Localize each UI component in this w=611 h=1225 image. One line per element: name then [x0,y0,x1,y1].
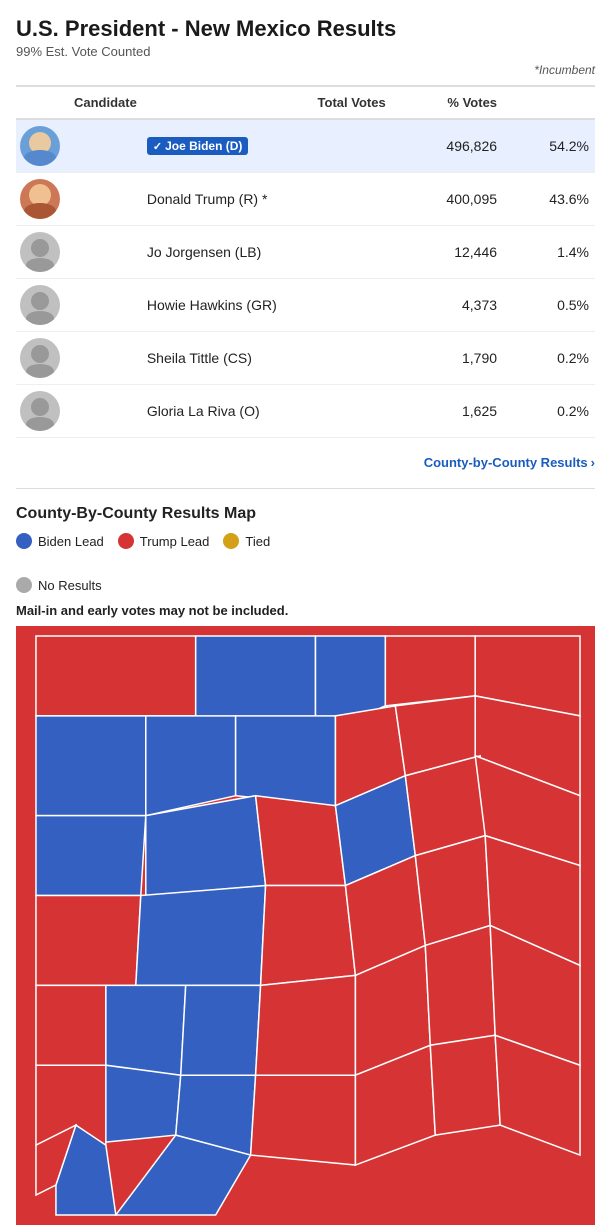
page-title-area: U.S. President - New Mexico Results 99% … [16,16,595,77]
legend-item-tied: Tied [223,533,270,549]
avatar [20,232,60,272]
table-row: Sheila Tittle (CS) 1,7900.2% [16,332,595,385]
candidate-name-cell: Donald Trump (R) * [143,173,392,226]
candidate-name: Howie Hawkins (GR) [147,297,277,313]
candidate-name-cell: Jo Jorgensen (LB) [143,226,392,279]
total-votes: 496,826 [392,119,503,173]
candidate-name: Gloria La Riva (O) [147,403,260,419]
avatar [20,391,60,431]
results-table: Candidate Total Votes % Votes ✓ Joe Bide… [16,85,595,438]
candidate-name: Jo Jorgensen (LB) [147,244,261,260]
pct-votes: 0.2% [503,332,595,385]
county-by-county-link[interactable]: County-by-County Results › [424,455,595,470]
total-votes: 4,373 [392,279,503,332]
map-section: County-By-County Results Map Biden Lead … [16,505,595,1225]
avatar [20,126,60,166]
table-header-row: Candidate Total Votes % Votes [16,86,595,119]
page-title: U.S. President - New Mexico Results [16,16,595,42]
table-row: ✓ Joe Biden (D) 496,82654.2% [16,119,595,173]
legend-item-no-results: No Results [16,577,102,593]
votes-header: Total Votes [143,86,392,119]
checkmark-icon: ✓ [153,140,162,153]
winner-badge: ✓ Joe Biden (D) [147,137,249,155]
candidate-header: Candidate [16,86,143,119]
avatar [20,179,60,219]
biden-lead-label: Biden Lead [38,534,104,549]
total-votes: 1,790 [392,332,503,385]
avatar [20,285,60,325]
chevron-icon: › [591,455,595,470]
candidate-name-cell: ✓ Joe Biden (D) [143,119,392,173]
incumbent-note: *Incumbent [16,63,595,77]
candidate-name: Donald Trump (R) * [147,191,268,207]
candidate-name: Sheila Tittle (CS) [147,350,252,366]
pct-header: % Votes [392,86,503,119]
candidate-name-cell: Sheila Tittle (CS) [143,332,392,385]
table-row: Howie Hawkins (GR) 4,3730.5% [16,279,595,332]
map-legend: Biden Lead Trump Lead Tied No Results [16,533,595,593]
pct-votes: 43.6% [503,173,595,226]
table-row: Donald Trump (R) * 400,09543.6% [16,173,595,226]
county-map [16,626,595,1225]
pct-votes: 54.2% [503,119,595,173]
table-row: Gloria La Riva (O) 1,6250.2% [16,385,595,438]
biden-lead-dot [16,533,32,549]
map-section-title: County-By-County Results Map [16,505,595,523]
no-results-dot [16,577,32,593]
page-container: U.S. President - New Mexico Results 99% … [0,0,611,1225]
table-row: Jo Jorgensen (LB) 12,4461.4% [16,226,595,279]
map-container [16,626,595,1225]
legend-item-biden: Biden Lead [16,533,104,549]
county-link-row: County-by-County Results › [16,446,595,489]
vote-counted: 99% Est. Vote Counted [16,44,595,59]
candidate-name-cell: Howie Hawkins (GR) [143,279,392,332]
mail-in-note: Mail-in and early votes may not be inclu… [16,603,595,618]
total-votes: 12,446 [392,226,503,279]
trump-lead-label: Trump Lead [140,534,210,549]
county-link-label: County-by-County Results [424,455,588,470]
pct-votes: 0.5% [503,279,595,332]
pct-votes: 0.2% [503,385,595,438]
total-votes: 400,095 [392,173,503,226]
tied-label: Tied [245,534,270,549]
total-votes: 1,625 [392,385,503,438]
candidate-name: Joe Biden (D) [165,139,242,153]
avatar [20,338,60,378]
no-results-label: No Results [38,578,102,593]
candidate-name-cell: Gloria La Riva (O) [143,385,392,438]
tied-dot [223,533,239,549]
pct-votes: 1.4% [503,226,595,279]
legend-item-trump: Trump Lead [118,533,210,549]
trump-lead-dot [118,533,134,549]
